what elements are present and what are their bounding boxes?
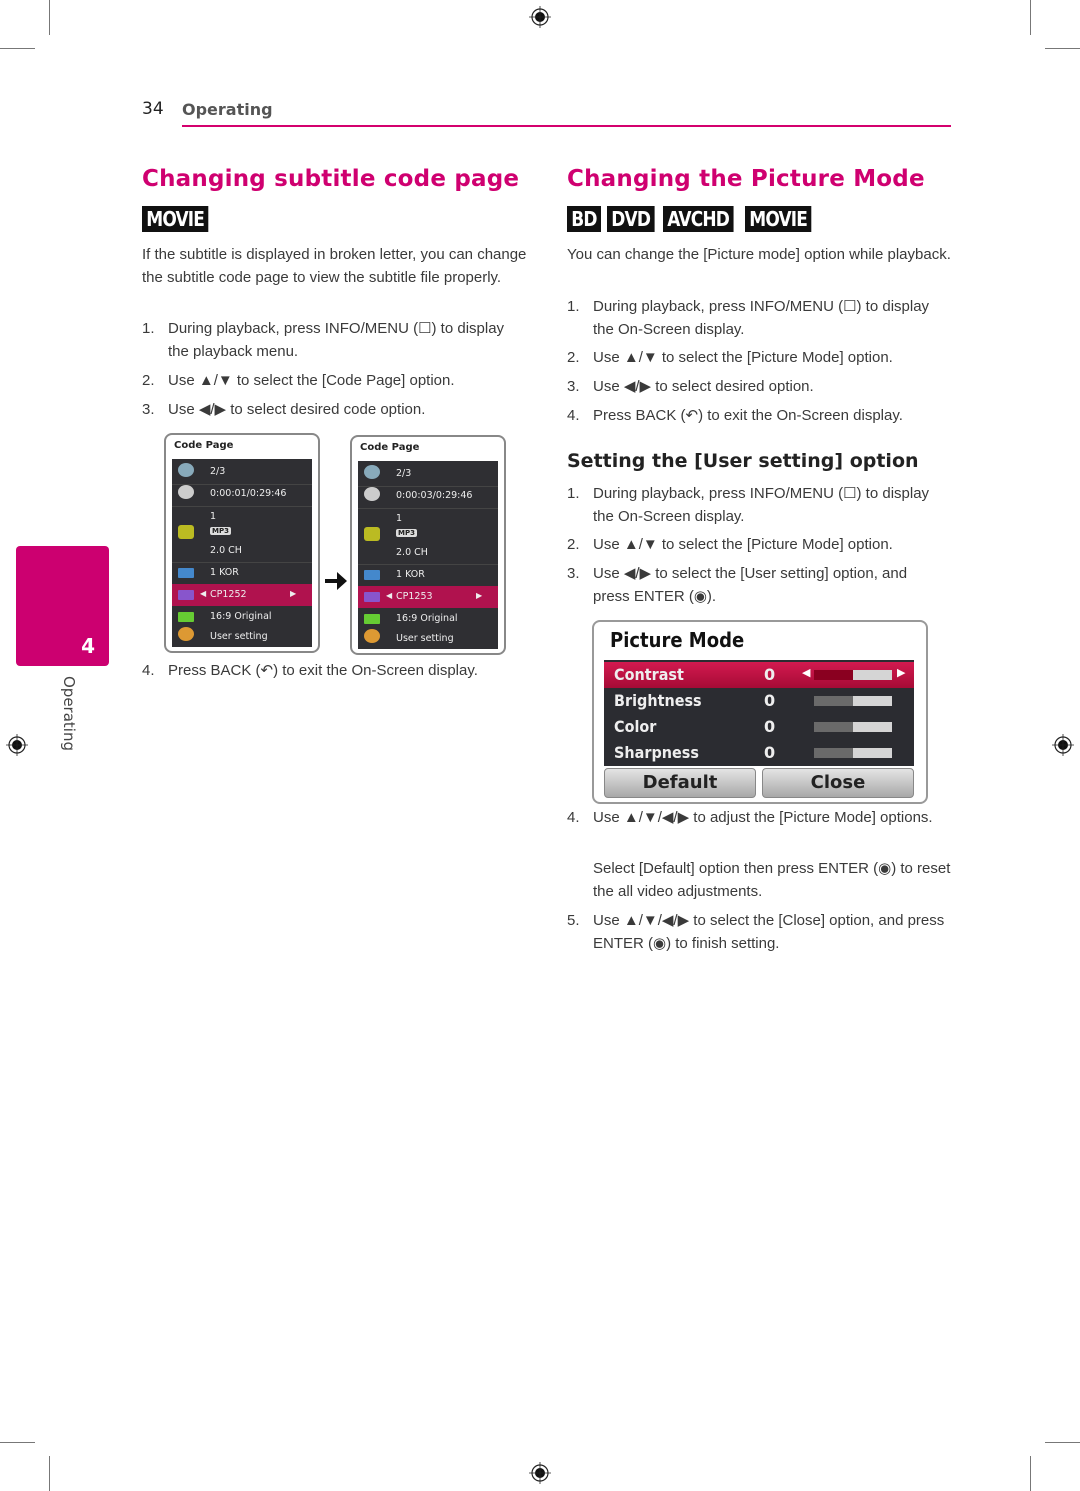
left-arrow-icon[interactable]: ◀ [802, 666, 810, 679]
clock-icon [364, 487, 380, 501]
chapter-tab: 4 [16, 546, 109, 666]
disc-icon [178, 463, 194, 477]
clock-icon [178, 485, 194, 499]
right-heading: Changing the Picture Mode [567, 166, 925, 192]
sharpness-slider[interactable] [814, 748, 892, 758]
left-heading: Changing subtitle code page [142, 166, 520, 192]
osd-row-aspect: 16:9 Original [172, 607, 312, 627]
color-slider[interactable] [814, 722, 892, 732]
subtitle-icon [364, 570, 380, 580]
close-button[interactable]: Close [762, 768, 914, 798]
badge-avchd: AVCHD [662, 206, 733, 232]
left-arrow-icon: ◀ [200, 589, 207, 598]
code-page-osd-before: Code Page 2/3 0:00:01/0:29:46 1 MP3 2.0 … [164, 433, 320, 653]
osd-row-aspect: 16:9 Original [358, 609, 498, 629]
crop-mark [49, 0, 50, 35]
picture-row-brightness[interactable]: Brightness 0 [604, 688, 914, 714]
sub-step-4-note: Select [Default] option then press ENTER… [593, 860, 951, 900]
left-intro: If the subtitle is displayed in broken l… [142, 246, 527, 286]
subtitle-icon [178, 568, 194, 578]
page-number: 34 [142, 99, 164, 119]
picture-row-sharpness[interactable]: Sharpness 0 [604, 740, 914, 766]
slider-fill [814, 748, 853, 758]
badge-movie: MOVIE [745, 206, 812, 232]
crop-mark [0, 48, 35, 49]
picture-mode-osd: Picture Mode Contrast 0 ◀ ▶ Brightness 0… [592, 620, 928, 804]
sub-step-1: 1. During playback, press INFO/MENU (☐) … [567, 485, 930, 525]
picture-row-color[interactable]: Color 0 [604, 714, 914, 740]
osd-row-audio: 1 MP3 2.0 CH [358, 509, 498, 563]
osd-row-subtitle: 1 KOR [172, 563, 312, 583]
code-page-icon [364, 592, 380, 602]
speaker-icon [178, 525, 194, 539]
sub-step-3: 3. Use ◀/▶ to select the [User setting] … [567, 565, 908, 605]
osd-row-code-page[interactable]: ◀ CP1253 ▶ [358, 586, 498, 608]
picture-mode-title: Picture Mode [610, 628, 745, 652]
brightness-slider[interactable] [814, 696, 892, 706]
right-arrow-icon: ▶ [290, 589, 297, 598]
registration-mark-icon [529, 1462, 551, 1484]
right-arrow-icon[interactable]: ▶ [897, 666, 905, 679]
osd-row-time: 0:00:01/0:29:46 [172, 485, 312, 505]
disc-icon [364, 465, 380, 479]
chapter-number: 4 [81, 634, 95, 658]
aspect-icon [364, 614, 380, 624]
section-title: Operating [182, 100, 273, 119]
crop-mark [49, 1456, 50, 1491]
osd-row-code-page[interactable]: ◀ CP1252 ▶ [172, 584, 312, 606]
sub-step-4: 4. Use ▲/▼/◀/▶ to adjust the [Picture Mo… [567, 809, 933, 826]
aspect-icon [178, 612, 194, 622]
picture-row-contrast[interactable]: Contrast 0 ◀ ▶ [604, 662, 914, 688]
badge-bd: BD [567, 206, 601, 232]
osd-row-subtitle: 1 KOR [358, 565, 498, 585]
speaker-icon [364, 527, 380, 541]
header-divider [182, 125, 951, 127]
crop-mark [1030, 0, 1031, 35]
crop-mark [1030, 1456, 1031, 1491]
right-step-1: 1. During playback, press INFO/MENU (☐) … [567, 298, 930, 338]
registration-mark-icon [6, 734, 28, 756]
palette-icon [364, 629, 380, 643]
osd-row-audio: 1 MP3 2.0 CH [172, 507, 312, 561]
code-page-icon [178, 590, 194, 600]
badge-movie: MOVIE [142, 206, 209, 232]
registration-mark-icon [1052, 734, 1074, 756]
osd-row-picture: User setting [172, 627, 312, 647]
default-button[interactable]: Default [604, 768, 756, 798]
crop-mark [1045, 48, 1080, 49]
slider-fill [814, 722, 853, 732]
right-intro: You can change the [Picture mode] option… [567, 246, 951, 263]
left-step-1: 1. During playback, press INFO/MENU (☐) … [142, 320, 505, 360]
right-badges: BD DVD AVCHD MOVIE [567, 206, 817, 232]
code-page-osd-after: Code Page 2/3 0:00:03/0:29:46 1 MP3 2.0 … [350, 435, 506, 655]
sub-step-5: 5. Use ▲/▼/◀/▶ to select the [Close] opt… [567, 912, 945, 952]
left-arrow-icon: ◀ [386, 591, 393, 600]
slider-fill [814, 696, 853, 706]
osd-row-title: 2/3 [358, 465, 498, 485]
left-badges: MOVIE [142, 206, 214, 232]
arrow-right-icon [325, 572, 347, 590]
crop-mark [0, 1442, 35, 1443]
registration-mark-icon [529, 6, 551, 28]
osd-row-time: 0:00:03/0:29:46 [358, 487, 498, 507]
crop-mark [1045, 1442, 1080, 1443]
chapter-label: Operating [60, 676, 78, 751]
slider-fill [814, 670, 853, 680]
osd-row-picture: User setting [358, 629, 498, 649]
badge-dvd: DVD [606, 206, 655, 232]
subsection-heading: Setting the [User setting] option [567, 450, 919, 472]
palette-icon [178, 627, 194, 641]
contrast-slider[interactable] [814, 670, 892, 680]
osd-row-title: 2/3 [172, 463, 312, 483]
right-arrow-icon: ▶ [476, 591, 483, 600]
